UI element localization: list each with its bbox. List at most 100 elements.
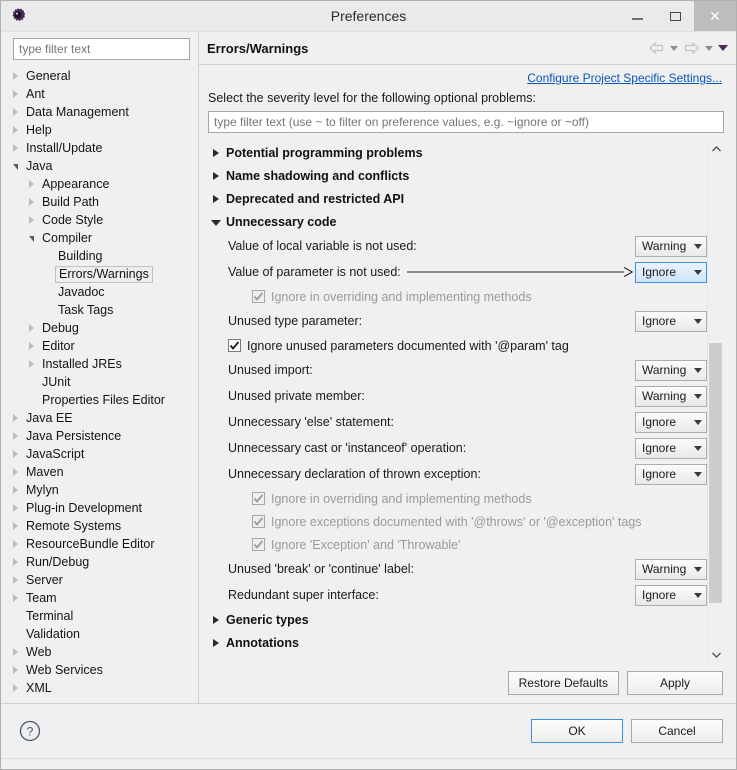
severity-select-redundant-super-interface[interactable]: Ignore — [635, 584, 707, 606]
preferences-tree[interactable]: General Ant Data Management Help Install/Upd… — [1, 64, 198, 703]
sidebar-item-building[interactable]: Building — [1, 247, 198, 265]
sidebar-item-build-path[interactable]: Build Path — [1, 193, 198, 211]
sidebar-item-help[interactable]: Help — [1, 121, 198, 139]
chevron-right-icon[interactable] — [25, 360, 38, 368]
view-menu-icon[interactable] — [718, 45, 728, 51]
setting-checkbox-row-ignore-unused-parameters-documented-with-param-t[interactable]: Ignore unused parameters documented with… — [208, 334, 707, 357]
chevron-right-icon[interactable] — [9, 90, 22, 98]
sidebar-item-install-update[interactable]: Install/Update — [1, 139, 198, 157]
chevron-right-icon[interactable] — [9, 144, 22, 152]
sidebar-item-run-debug[interactable]: Run/Debug — [1, 553, 198, 571]
back-dropdown-icon[interactable] — [670, 45, 678, 51]
sidebar-item-editor[interactable]: Editor — [1, 337, 198, 355]
chevron-right-icon[interactable] — [9, 594, 22, 602]
chevron-down-icon[interactable] — [9, 162, 22, 170]
sidebar-item-task-tags[interactable]: Task Tags — [1, 301, 198, 319]
forward-dropdown-icon[interactable] — [705, 45, 713, 51]
restore-defaults-button[interactable]: Restore Defaults — [507, 671, 619, 695]
chevron-right-icon[interactable] — [9, 468, 22, 476]
sidebar-item-installed-jres[interactable]: Installed JREs — [1, 355, 198, 373]
chevron-right-icon[interactable] — [9, 648, 22, 656]
sidebar-item-plug-in-development[interactable]: Plug-in Development — [1, 499, 198, 517]
sidebar-item-web-services[interactable]: Web Services — [1, 661, 198, 679]
settings-group-annotations[interactable]: Annotations — [208, 631, 707, 654]
chevron-right-icon[interactable] — [25, 324, 38, 332]
back-arrow-icon[interactable] — [648, 41, 665, 55]
minimize-icon[interactable] — [618, 1, 656, 31]
scrollbar-track[interactable] — [708, 157, 724, 647]
severity-select-unused-private-member[interactable]: Warning — [635, 385, 707, 407]
settings-group-deprecated-and-restricted-api[interactable]: Deprecated and restricted API — [208, 187, 707, 210]
chevron-right-icon[interactable] — [25, 198, 38, 206]
chevron-right-icon[interactable] — [9, 486, 22, 494]
forward-arrow-icon[interactable] — [683, 41, 700, 55]
chevron-right-icon[interactable] — [9, 540, 22, 548]
chevron-right-icon[interactable] — [9, 126, 22, 134]
apply-button[interactable]: Apply — [627, 671, 723, 695]
sidebar-item-java-persistence[interactable]: Java Persistence — [1, 427, 198, 445]
chevron-right-icon[interactable] — [9, 684, 22, 692]
checkbox-ignore-unused-parameters-documented-with-param-t[interactable] — [228, 339, 241, 352]
sidebar-item-java-ee[interactable]: Java EE — [1, 409, 198, 427]
severity-select-unused-break-or-continue-label[interactable]: Warning — [635, 558, 707, 580]
sidebar-item-code-style[interactable]: Code Style — [1, 211, 198, 229]
cancel-button[interactable]: Cancel — [631, 719, 723, 743]
severity-select-unused-import[interactable]: Warning — [635, 359, 707, 381]
sidebar-item-team[interactable]: Team — [1, 589, 198, 607]
chevron-right-icon[interactable] — [9, 522, 22, 530]
sidebar-item-javascript[interactable]: JavaScript — [1, 445, 198, 463]
settings-scrollbar[interactable] — [707, 141, 724, 663]
chevron-right-icon[interactable] — [25, 216, 38, 224]
ok-button[interactable]: OK — [531, 719, 623, 743]
sidebar-item-server[interactable]: Server — [1, 571, 198, 589]
preference-filter-input[interactable] — [208, 111, 724, 133]
severity-select-unnecessary-declaration-of-thrown-exception[interactable]: Ignore — [635, 463, 707, 485]
chevron-right-icon[interactable] — [9, 414, 22, 422]
configure-project-specific-settings-link[interactable]: Configure Project Specific Settings... — [527, 71, 722, 85]
chevron-right-icon[interactable] — [9, 72, 22, 80]
sidebar-item-web[interactable]: Web — [1, 643, 198, 661]
sidebar-item-resourcebundle-editor[interactable]: ResourceBundle Editor — [1, 535, 198, 553]
scroll-down-icon[interactable] — [708, 647, 724, 663]
settings-group-name-shadowing-and-conflicts[interactable]: Name shadowing and conflicts — [208, 164, 707, 187]
sidebar-item-compiler[interactable]: Compiler — [1, 229, 198, 247]
sidebar-item-mylyn[interactable]: Mylyn — [1, 481, 198, 499]
close-icon[interactable]: ✕ — [694, 1, 736, 31]
chevron-right-icon[interactable] — [9, 450, 22, 458]
settings-group-generic-types[interactable]: Generic types — [208, 608, 707, 631]
chevron-right-icon[interactable] — [9, 108, 22, 116]
sidebar-item-errors-warnings[interactable]: Errors/Warnings — [1, 265, 198, 283]
severity-select-value-of-parameter-is-not-used[interactable]: Ignore — [635, 261, 707, 283]
sidebar-item-data-management[interactable]: Data Management — [1, 103, 198, 121]
sidebar-item-java[interactable]: Java — [1, 157, 198, 175]
sidebar-item-ant[interactable]: Ant — [1, 85, 198, 103]
chevron-down-icon[interactable] — [25, 234, 38, 242]
chevron-right-icon[interactable] — [9, 558, 22, 566]
sidebar-item-junit[interactable]: JUnit — [1, 373, 198, 391]
scrollbar-thumb[interactable] — [709, 343, 722, 603]
sidebar-filter-input[interactable] — [13, 38, 190, 60]
severity-select-unnecessary-cast-or-instanceof-operation[interactable]: Ignore — [635, 437, 707, 459]
sidebar-item-appearance[interactable]: Appearance — [1, 175, 198, 193]
chevron-right-icon[interactable] — [9, 666, 22, 674]
sidebar-item-terminal[interactable]: Terminal — [1, 607, 198, 625]
chevron-right-icon[interactable] — [9, 432, 22, 440]
chevron-right-icon[interactable] — [25, 180, 38, 188]
sidebar-item-javadoc[interactable]: Javadoc — [1, 283, 198, 301]
sidebar-item-validation[interactable]: Validation — [1, 625, 198, 643]
scroll-up-icon[interactable] — [708, 141, 724, 157]
chevron-right-icon[interactable] — [9, 576, 22, 584]
sidebar-item-xml[interactable]: XML — [1, 679, 198, 697]
sidebar-item-maven[interactable]: Maven — [1, 463, 198, 481]
severity-select-value-of-local-variable-is-not-used[interactable]: Warning — [635, 235, 707, 257]
maximize-icon[interactable] — [656, 1, 694, 31]
severity-select-unused-type-parameter[interactable]: Ignore — [635, 310, 707, 332]
settings-group-unnecessary-code[interactable]: Unnecessary code — [208, 210, 707, 233]
help-icon[interactable]: ? — [17, 718, 43, 744]
sidebar-item-debug[interactable]: Debug — [1, 319, 198, 337]
sidebar-item-general[interactable]: General — [1, 67, 198, 85]
sidebar-item-properties-files-editor[interactable]: Properties Files Editor — [1, 391, 198, 409]
chevron-right-icon[interactable] — [9, 504, 22, 512]
settings-group-potential-programming-problems[interactable]: Potential programming problems — [208, 141, 707, 164]
sidebar-item-remote-systems[interactable]: Remote Systems — [1, 517, 198, 535]
